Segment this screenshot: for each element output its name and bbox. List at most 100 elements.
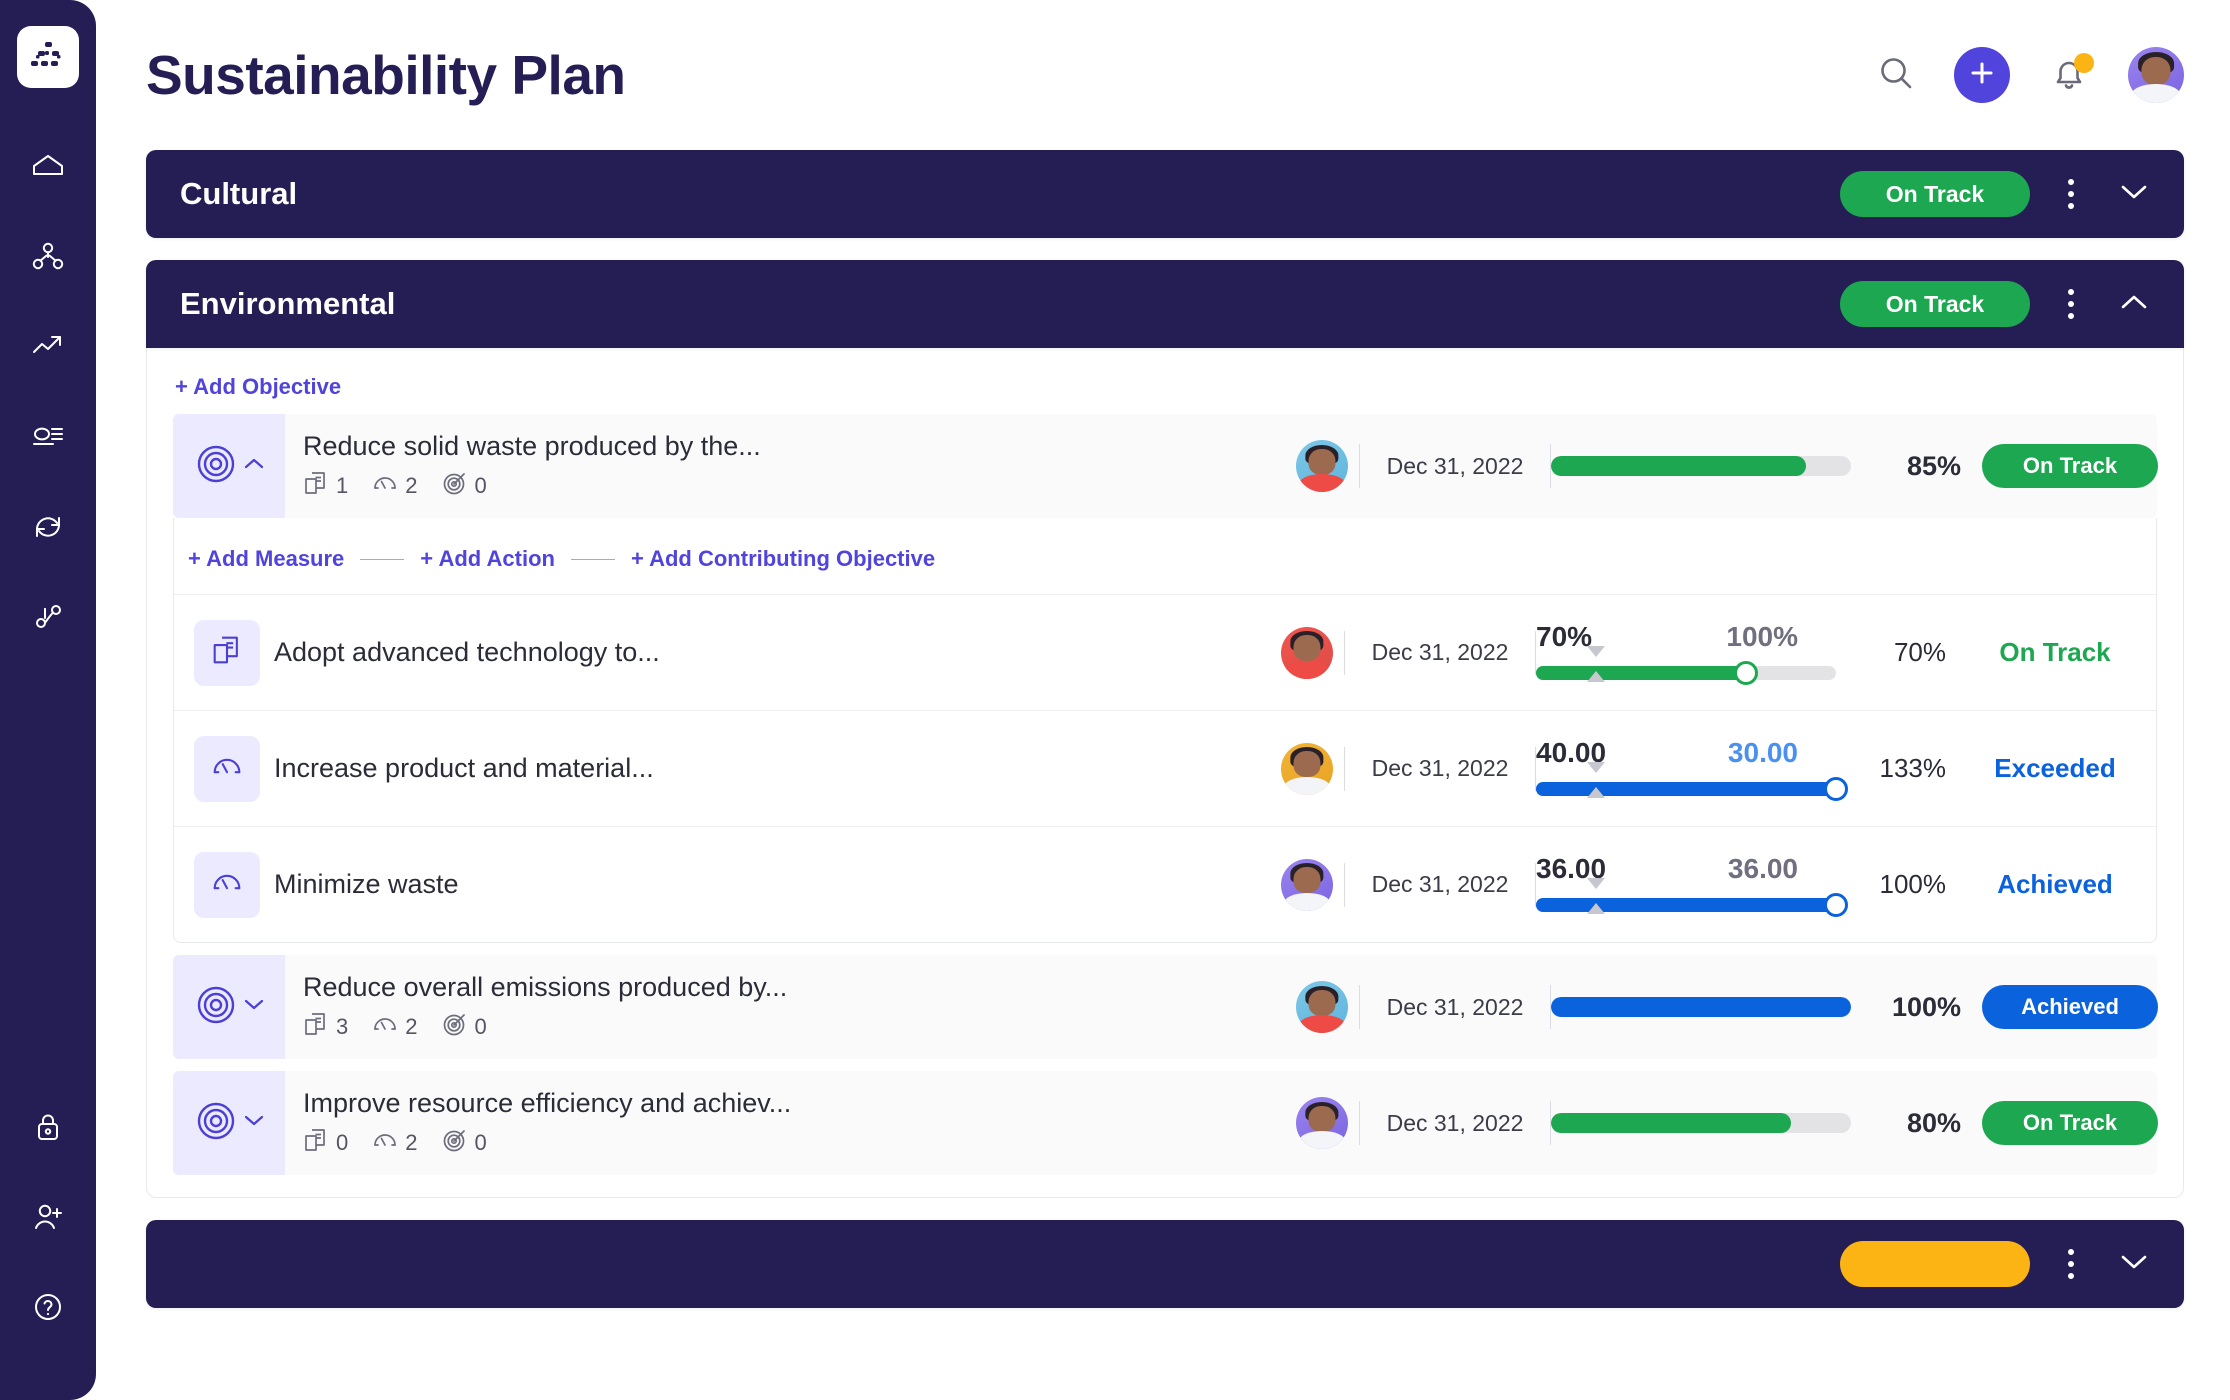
status-badge[interactable]: Achieved <box>1982 985 2158 1029</box>
measure-percent: 100% <box>1879 869 1947 899</box>
gauge-measure-icon <box>372 1127 398 1159</box>
measure-status: On Track <box>1999 637 2111 667</box>
section-header-actions: On Track <box>1840 171 2156 217</box>
sidebar-item-org-chart[interactable] <box>13 212 83 302</box>
section-collapse-toggle[interactable] <box>2112 282 2156 326</box>
sidebar-item-list-view[interactable] <box>13 392 83 482</box>
objective-name[interactable]: Improve resource efficiency and achiev..… <box>303 1087 1285 1119</box>
section-expand-toggle[interactable] <box>2112 172 2156 216</box>
sidebar-item-trends[interactable] <box>13 302 83 392</box>
avatar[interactable] <box>2128 47 2184 103</box>
objective-name[interactable]: Reduce overall emissions produced by... <box>303 971 1285 1003</box>
slider-knob[interactable] <box>1734 660 1758 685</box>
sidebar-item-invite-user[interactable] <box>13 1172 83 1262</box>
sidebar-item-help[interactable] <box>13 1262 83 1352</box>
avatar-body <box>1284 776 1330 795</box>
measure-name[interactable]: Minimize waste <box>274 869 1270 900</box>
section-more-menu-button[interactable] <box>2054 1241 2088 1287</box>
measure-owner[interactable] <box>1270 626 1344 679</box>
slider-knob[interactable] <box>1824 776 1848 801</box>
kebab-dot <box>2068 313 2074 319</box>
objective-owner[interactable] <box>1285 981 1359 1033</box>
add-action-link[interactable]: + Add Action <box>420 546 555 572</box>
measure-type-icon-tile[interactable] <box>194 619 260 686</box>
objective-expand-toggle[interactable] <box>173 955 285 1059</box>
objective-collapse-toggle[interactable] <box>173 414 285 518</box>
status-badge[interactable] <box>1840 1241 2030 1287</box>
section-header-actions <box>1840 1241 2156 1287</box>
section-expand-toggle[interactable] <box>2112 1242 2156 1286</box>
slider-knob[interactable] <box>1824 892 1848 917</box>
measure-owner[interactable] <box>1270 742 1344 795</box>
measure-name[interactable]: Adopt advanced technology to... <box>274 637 1270 668</box>
objective-main: Reduce overall emissions produced by... … <box>285 957 1285 1057</box>
objective-progress <box>1551 456 1851 476</box>
status-badge[interactable]: On Track <box>1840 171 2030 217</box>
measure-slider-column: 40.00 30.00 <box>1536 733 1848 805</box>
add-contributing-objective-link[interactable]: + Add Contributing Objective <box>631 546 935 572</box>
measures-count-value: 2 <box>405 1014 418 1040</box>
sidebar-item-security[interactable] <box>13 1082 83 1172</box>
progress-track <box>1551 1113 1851 1133</box>
actions-count: 3 <box>303 1011 348 1043</box>
objective-row[interactable]: Improve resource efficiency and achiev..… <box>173 1071 2158 1175</box>
marker-triangle-up <box>1587 645 1605 657</box>
status-badge[interactable]: On Track <box>1840 281 2030 327</box>
measure-row[interactable]: Adopt advanced technology to... Dec 31, … <box>174 594 2156 710</box>
measure-due-date: Dec 31, 2022 <box>1371 871 1509 897</box>
search-button[interactable] <box>1876 53 1916 98</box>
measure-slider[interactable] <box>1536 645 1836 689</box>
avatar[interactable] <box>1296 440 1348 492</box>
status-badge[interactable]: On Track <box>1982 1101 2158 1145</box>
objective-status: Achieved <box>1961 985 2158 1029</box>
objective-row[interactable]: Reduce overall emissions produced by... … <box>173 955 2158 1059</box>
avatar[interactable] <box>1281 742 1333 795</box>
objective-status: On Track <box>1961 1101 2158 1145</box>
progress-fill <box>1551 997 1851 1017</box>
measure-row[interactable]: Minimize waste Dec 31, 2022 36.00 36.00 … <box>174 826 2156 942</box>
section-more-menu-button[interactable] <box>2054 171 2088 217</box>
measure-type-icon-tile[interactable] <box>194 735 260 802</box>
avatar[interactable] <box>1296 981 1348 1033</box>
contributing-target-icon <box>442 1127 468 1159</box>
sidebar-item-workflow[interactable] <box>13 572 83 662</box>
objective-name[interactable]: Reduce solid waste produced by the... <box>303 430 1285 462</box>
sidebar-item-home[interactable] <box>13 122 83 212</box>
avatar[interactable] <box>1281 858 1333 911</box>
add-measure-link[interactable]: + Add Measure <box>188 546 344 572</box>
divider <box>360 558 405 560</box>
kebab-dot <box>2068 1273 2074 1279</box>
objective-progress <box>1551 997 1851 1017</box>
objective-expand-toggle[interactable] <box>173 1071 285 1175</box>
objective-owner[interactable] <box>1285 1097 1359 1149</box>
app-logo[interactable] <box>17 26 79 88</box>
add-button[interactable] <box>1954 47 2010 103</box>
bell-icon <box>2048 61 2090 100</box>
measure-current-value: 70% <box>1536 620 1593 652</box>
section-header-environmental[interactable]: Environmental On Track <box>146 260 2184 348</box>
section-header-cultural[interactable]: Cultural On Track <box>146 150 2184 238</box>
section-more-menu-button[interactable] <box>2054 281 2088 327</box>
objective-due-date: Dec 31, 2022 <box>1386 452 1524 479</box>
avatar[interactable] <box>1281 626 1333 679</box>
objective-owner[interactable] <box>1285 440 1359 492</box>
measures-count-value: 2 <box>405 1130 418 1156</box>
measure-slider[interactable] <box>1536 877 1848 921</box>
measure-owner[interactable] <box>1270 858 1344 911</box>
sidebar-item-sync[interactable] <box>13 482 83 572</box>
status-badge[interactable]: On Track <box>1982 444 2158 488</box>
add-objective-link[interactable]: + Add Objective <box>147 348 341 414</box>
section-header-next[interactable] <box>146 1220 2184 1308</box>
measure-row[interactable]: Increase product and material... Dec 31,… <box>174 710 2156 826</box>
actions-count-value: 1 <box>336 473 349 499</box>
slider-target-marker <box>1587 877 1605 914</box>
notifications-button[interactable] <box>2048 53 2094 96</box>
progress-fill <box>1551 1113 1791 1133</box>
actions-count-value: 0 <box>336 1130 349 1156</box>
objective-row[interactable]: Reduce solid waste produced by the... 1 <box>173 414 2158 518</box>
measure-name[interactable]: Increase product and material... <box>274 753 1270 784</box>
measure-type-icon-tile[interactable] <box>194 851 260 918</box>
avatar[interactable] <box>1296 1097 1348 1149</box>
measure-slider[interactable] <box>1536 761 1848 805</box>
